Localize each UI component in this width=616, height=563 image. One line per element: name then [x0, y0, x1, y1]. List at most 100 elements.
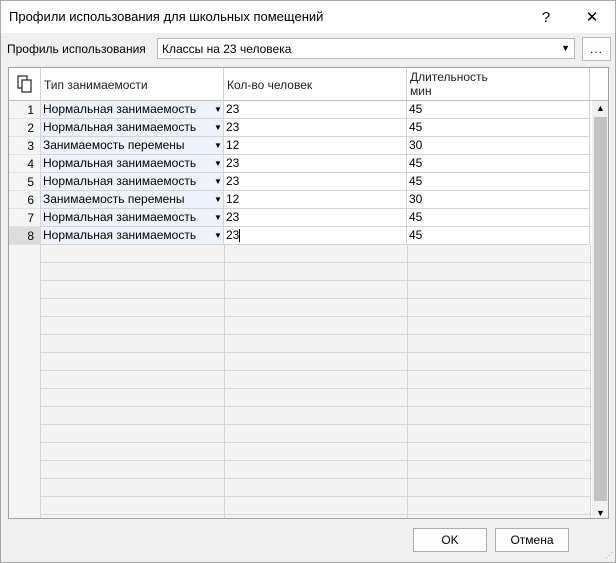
column-header-count-label: Кол-во человек — [227, 78, 313, 92]
duration-cell-value: 45 — [409, 210, 423, 224]
count-cell[interactable]: 12 — [224, 191, 407, 209]
count-cell-value: 23 — [226, 228, 240, 242]
duration-cell-value: 45 — [409, 228, 423, 242]
profile-select[interactable]: Классы на 23 человека ▼ — [157, 38, 575, 59]
type-cell[interactable]: Нормальная занимаемость ▼ — [41, 155, 224, 173]
resize-grip-icon[interactable]: ⋰ — [605, 551, 613, 560]
type-cell-value: Нормальная занимаемость — [43, 102, 197, 116]
table-row[interactable]: 7 Нормальная занимаемость ▼ 23 45 — [9, 209, 590, 227]
count-cell-value: 12 — [226, 192, 240, 206]
duration-cell[interactable]: 45 — [407, 155, 590, 173]
table-row[interactable]: 5 Нормальная занимаемость ▼ 23 45 — [9, 173, 590, 191]
type-cell-value: Нормальная занимаемость — [43, 174, 197, 188]
browse-profiles-button[interactable]: ... — [582, 37, 611, 61]
type-cell[interactable]: Нормальная занимаемость ▼ — [41, 227, 224, 245]
count-cell[interactable]: 23 — [224, 209, 407, 227]
count-cell-value: 23 — [226, 174, 240, 188]
ok-button[interactable]: OK — [413, 528, 487, 552]
vertical-scrollbar[interactable]: ▲ ▼ — [592, 101, 608, 518]
text-caret — [239, 229, 241, 243]
duration-cell[interactable]: 45 — [407, 173, 590, 191]
row-number[interactable]: 3 — [9, 137, 41, 155]
type-cell[interactable]: Нормальная занимаемость ▼ — [41, 209, 224, 227]
chevron-down-icon[interactable]: ▼ — [213, 191, 223, 208]
help-button[interactable]: ? — [523, 1, 569, 33]
table-row[interactable]: 2 Нормальная занимаемость ▼ 23 45 — [9, 119, 590, 137]
count-cell-value: 23 — [226, 210, 240, 224]
duration-cell-value: 45 — [409, 102, 423, 116]
duration-cell-value: 45 — [409, 156, 423, 170]
chevron-down-icon[interactable]: ▼ — [213, 155, 223, 172]
table-row[interactable]: 4 Нормальная занимаемость ▼ 23 45 — [9, 155, 590, 173]
duration-cell[interactable]: 30 — [407, 191, 590, 209]
profile-label: Профиль использования — [7, 42, 146, 56]
row-number[interactable]: 7 — [9, 209, 41, 227]
scroll-thumb[interactable] — [594, 117, 607, 501]
type-cell[interactable]: Нормальная занимаемость ▼ — [41, 101, 224, 119]
table-row[interactable]: 8 Нормальная занимаемость ▼ 23 45 — [9, 227, 590, 245]
count-cell[interactable]: 12 — [224, 137, 407, 155]
occupancy-grid: Тип занимаемости Кол-во человек Длительн… — [8, 67, 609, 519]
type-cell-value: Занимаемость перемены — [43, 138, 185, 152]
chevron-down-icon[interactable]: ▼ — [213, 227, 223, 244]
column-header-duration-label: Длительность — [410, 70, 488, 84]
copy-button[interactable] — [9, 68, 41, 101]
type-cell[interactable]: Нормальная занимаемость ▼ — [41, 173, 224, 191]
count-cell-value: 23 — [226, 120, 240, 134]
row-number[interactable]: 4 — [9, 155, 41, 173]
row-number[interactable]: 6 — [9, 191, 41, 209]
count-cell[interactable]: 23 — [224, 173, 407, 191]
column-divider — [224, 245, 225, 518]
copy-icon — [16, 75, 32, 93]
column-divider — [590, 245, 591, 518]
duration-cell[interactable]: 45 — [407, 101, 590, 119]
table-row[interactable]: 6 Занимаемость перемены ▼ 12 30 — [9, 191, 590, 209]
header-filler — [590, 68, 608, 101]
close-button[interactable]: ✕ — [569, 1, 615, 33]
duration-cell-value: 45 — [409, 120, 423, 134]
type-cell[interactable]: Нормальная занимаемость ▼ — [41, 119, 224, 137]
window-title: Профили использования для школьных помещ… — [9, 9, 324, 24]
type-cell-value: Нормальная занимаемость — [43, 228, 197, 242]
column-header-type-label: Тип занимаемости — [44, 78, 148, 92]
type-cell[interactable]: Занимаемость перемены ▼ — [41, 191, 224, 209]
count-cell-value: 23 — [226, 102, 240, 116]
count-cell[interactable]: 23 — [224, 227, 407, 245]
duration-cell[interactable]: 45 — [407, 119, 590, 137]
chevron-down-icon[interactable]: ▼ — [213, 137, 223, 154]
row-number[interactable]: 8 — [9, 227, 41, 245]
row-number[interactable]: 5 — [9, 173, 41, 191]
count-cell[interactable]: 23 — [224, 155, 407, 173]
duration-cell[interactable]: 30 — [407, 137, 590, 155]
row-number[interactable]: 2 — [9, 119, 41, 137]
scroll-down-icon[interactable]: ▼ — [592, 506, 608, 518]
chevron-down-icon[interactable]: ▼ — [213, 119, 223, 136]
count-cell[interactable]: 23 — [224, 101, 407, 119]
profile-select-value: Классы на 23 человека — [162, 42, 292, 56]
column-header-duration-unit: мин — [410, 84, 432, 98]
chevron-down-icon[interactable]: ▼ — [213, 101, 223, 118]
chevron-down-icon[interactable]: ▼ — [213, 209, 223, 226]
column-divider — [407, 245, 408, 518]
row-number[interactable]: 1 — [9, 101, 41, 119]
chevron-down-icon[interactable]: ▼ — [213, 173, 223, 190]
type-cell-value: Нормальная занимаемость — [43, 156, 197, 170]
scroll-up-icon[interactable]: ▲ — [592, 101, 608, 115]
type-cell-value: Занимаемость перемены — [43, 192, 185, 206]
duration-cell-value: 45 — [409, 174, 423, 188]
column-header-count[interactable]: Кол-во человек — [224, 68, 407, 101]
duration-cell[interactable]: 45 — [407, 209, 590, 227]
count-cell-value: 12 — [226, 138, 240, 152]
table-row[interactable]: 1 Нормальная занимаемость ▼ 23 45 — [9, 101, 590, 119]
profiles-dialog: Профили использования для школьных помещ… — [0, 0, 616, 563]
count-cell-value: 23 — [226, 156, 240, 170]
column-header-type[interactable]: Тип занимаемости — [41, 68, 224, 101]
count-cell[interactable]: 23 — [224, 119, 407, 137]
duration-cell-value: 30 — [409, 138, 423, 152]
type-cell[interactable]: Занимаемость перемены ▼ — [41, 137, 224, 155]
duration-cell[interactable]: 45 — [407, 227, 590, 245]
type-cell-value: Нормальная занимаемость — [43, 210, 197, 224]
column-header-duration[interactable]: Длительность мин — [407, 68, 590, 101]
table-row[interactable]: 3 Занимаемость перемены ▼ 12 30 — [9, 137, 590, 155]
cancel-button[interactable]: Отмена — [495, 528, 569, 552]
